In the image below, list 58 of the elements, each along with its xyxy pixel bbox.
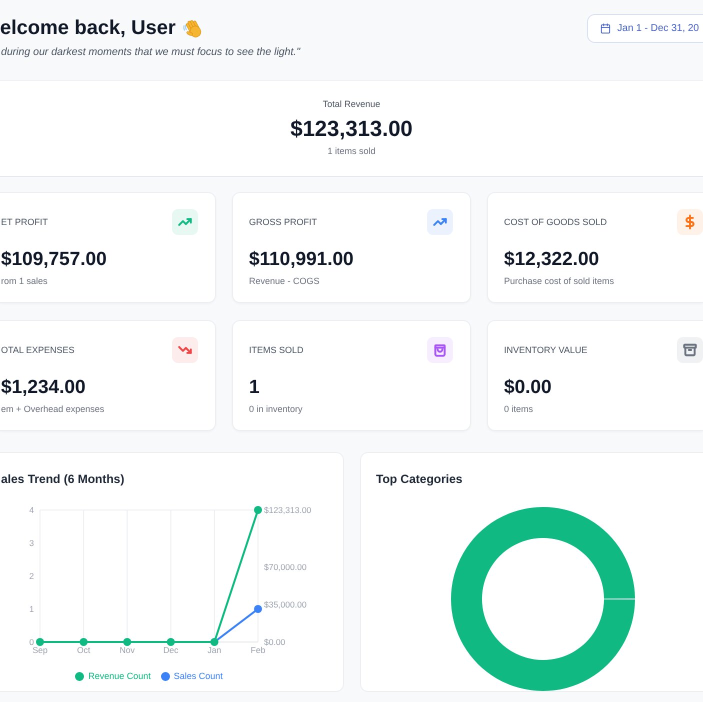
revenue-value: $123,313.00 (290, 115, 413, 143)
month-label: Dec (163, 645, 178, 655)
metric-label: ET PROFIT (1, 217, 48, 227)
chart-title: Top Categories (375, 471, 464, 487)
bag-icon (427, 337, 453, 363)
axis-tick-label: $70,000.00 (264, 562, 307, 572)
metric-label: ITEMS SOLD (249, 345, 304, 355)
data-point (123, 638, 132, 646)
legend-label: Sales Count (174, 670, 223, 682)
metric-value: $0.00 (504, 376, 553, 400)
revenue-label: Total Revenue (322, 98, 380, 110)
date-range-button[interactable]: Jan 1 - Dec 31, 20 (587, 14, 703, 43)
data-point (80, 638, 88, 646)
metric-value: $110,991.00 (249, 248, 355, 272)
legend-label: Revenue Count (88, 670, 151, 682)
dollar-icon (677, 209, 703, 235)
revenue-note: 1 items sold (327, 145, 376, 157)
month-label: Jan (208, 645, 222, 655)
axis-tick-label: 4 (29, 505, 34, 515)
axis-tick-label: 2 (29, 571, 34, 581)
month-label: Nov (120, 645, 135, 655)
metric-value: $12,322.00 (504, 248, 600, 272)
axis-tick-label: 1 (29, 604, 34, 614)
metric-note: em + Overhead expenses (1, 403, 106, 415)
axis-tick-label: $35,000.00 (264, 600, 307, 610)
metric-note: 0 items (504, 403, 534, 415)
data-point (254, 605, 262, 613)
data-point (210, 638, 218, 646)
metric-value: $109,757.00 (1, 248, 108, 272)
metric-note: Purchase cost of sold items (504, 275, 616, 287)
axis-tick-label: 3 (29, 538, 34, 548)
month-label: Sep (32, 645, 48, 655)
welcome-title: elcome back, User (0, 16, 176, 41)
metric-note: Revenue - COGS (249, 275, 321, 287)
data-point (254, 506, 262, 514)
metric-label: OTAL EXPENSES (1, 345, 75, 355)
metric-note: 0 in inventory (249, 403, 304, 415)
calendar-icon (600, 23, 612, 34)
month-label: Oct (76, 645, 90, 655)
metric-label: GROSS PROFIT (249, 217, 318, 227)
trend-down-icon (172, 337, 198, 363)
axis-tick-label: $123,313.00 (264, 505, 312, 515)
metric-label: INVENTORY VALUE (504, 345, 588, 355)
quote-text: during our darkest moments that we must focus to see the light." (1, 45, 300, 59)
metric-value: $1,234.00 (1, 376, 87, 400)
box-icon (677, 337, 703, 363)
metric-value: 1 (249, 376, 261, 400)
metric-label: COST OF GOODS SOLD (504, 217, 607, 227)
data-point (36, 638, 44, 646)
trend-up-icon (172, 209, 198, 235)
axis-tick-label: 0 (29, 637, 34, 647)
axis-tick-label: $0.00 (264, 637, 286, 647)
trend-up-icon (427, 209, 453, 235)
chart-title: ales Trend (6 Months) (0, 471, 126, 487)
waving-hand-icon (182, 17, 204, 39)
data-point (166, 638, 175, 646)
metric-note: rom 1 sales (1, 275, 49, 287)
month-label: Feb (250, 645, 266, 655)
